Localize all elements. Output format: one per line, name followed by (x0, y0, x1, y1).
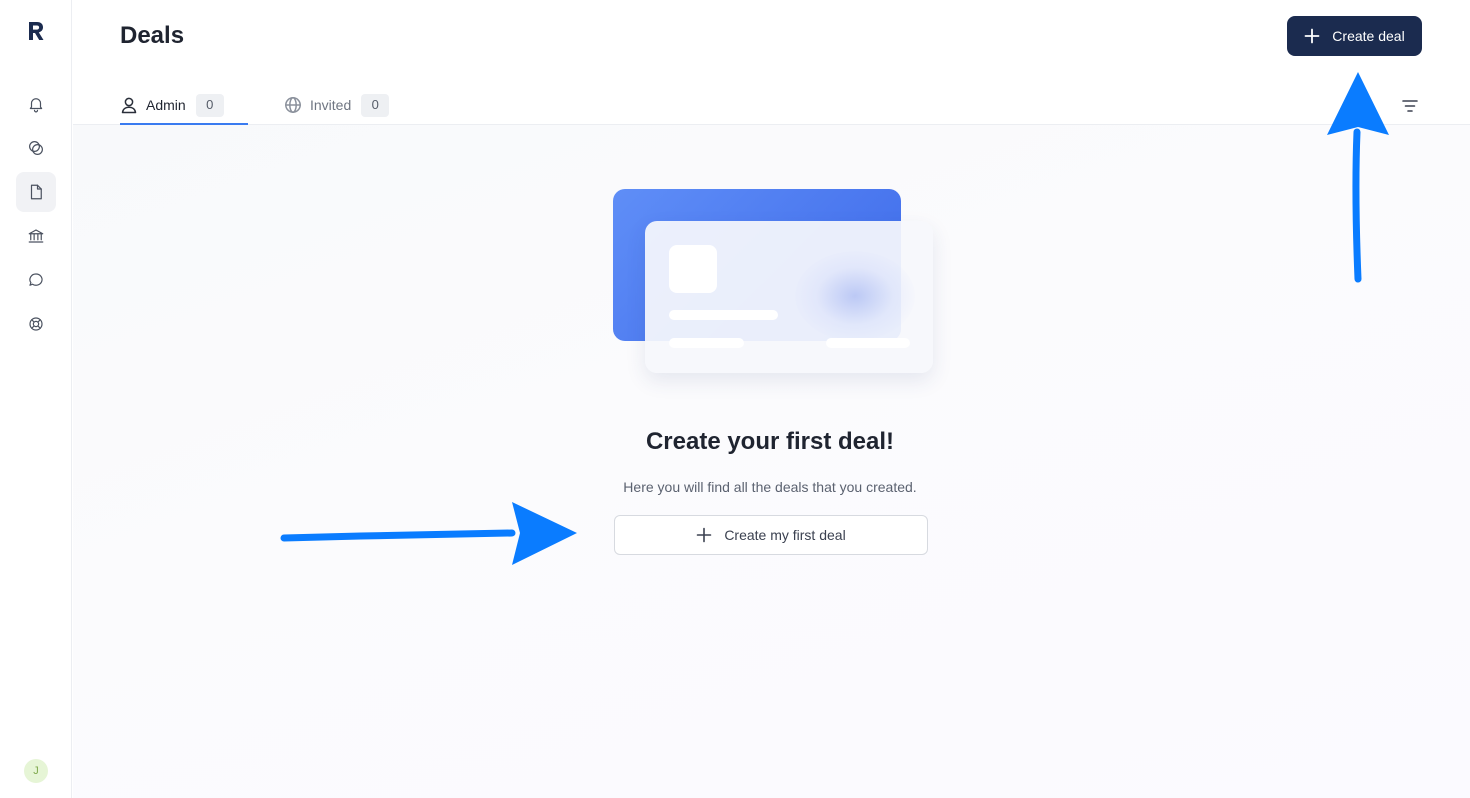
chat-bubble-icon (29, 273, 43, 286)
illustration-card-line (826, 338, 910, 348)
sidebar: J (0, 0, 72, 798)
illustration-card-front (645, 221, 933, 373)
create-first-deal-label: Create my first deal (724, 527, 846, 543)
tab-invited-label: Invited (310, 97, 352, 113)
bank-icon (28, 229, 44, 243)
illustration-card-line (669, 310, 778, 320)
app-root: J Deals Create deal Admin 0 Invited 0 Cr… (0, 0, 1470, 798)
overlap-circles-icon (29, 141, 43, 155)
sidebar-item-notifications[interactable] (16, 84, 56, 124)
empty-state-illustration (612, 188, 937, 378)
sidebar-item-support[interactable] (16, 304, 56, 344)
sidebar-item-connections[interactable] (16, 128, 56, 168)
tab-admin-count: 0 (195, 94, 224, 117)
empty-state-title: Create your first deal! (645, 428, 895, 455)
user-avatar[interactable]: J (24, 759, 48, 783)
filter-lines-icon (1402, 100, 1418, 112)
plus-icon (1304, 28, 1320, 44)
create-deal-label: Create deal (1332, 28, 1405, 44)
illustration-card-chip (669, 245, 717, 293)
lifebuoy-icon (29, 317, 43, 331)
tab-admin[interactable]: Admin 0 (120, 94, 248, 125)
document-icon (30, 184, 42, 200)
illustration-glow (795, 251, 915, 341)
tab-invited-count: 0 (361, 94, 390, 117)
tabs-bar: Admin 0 Invited 0 (73, 80, 1470, 125)
tab-invited[interactable]: Invited 0 (284, 94, 390, 125)
plus-icon (697, 527, 712, 543)
bell-icon (29, 98, 43, 113)
create-deal-button[interactable]: Create deal (1287, 16, 1422, 56)
tab-admin-label: Admin (146, 97, 186, 113)
sidebar-item-deals[interactable] (16, 172, 56, 212)
globe-icon (285, 97, 301, 113)
illustration-card-line (669, 338, 744, 348)
sidebar-item-messages[interactable] (16, 260, 56, 300)
sidebar-item-bank[interactable] (16, 216, 56, 256)
empty-state-subtitle: Here you will find all the deals that yo… (623, 479, 917, 495)
logo-icon[interactable] (26, 20, 46, 42)
page-title: Deals (120, 22, 185, 49)
create-first-deal-button[interactable]: Create my first deal (614, 515, 928, 555)
user-icon (121, 97, 137, 114)
filter-button[interactable] (1400, 96, 1420, 116)
